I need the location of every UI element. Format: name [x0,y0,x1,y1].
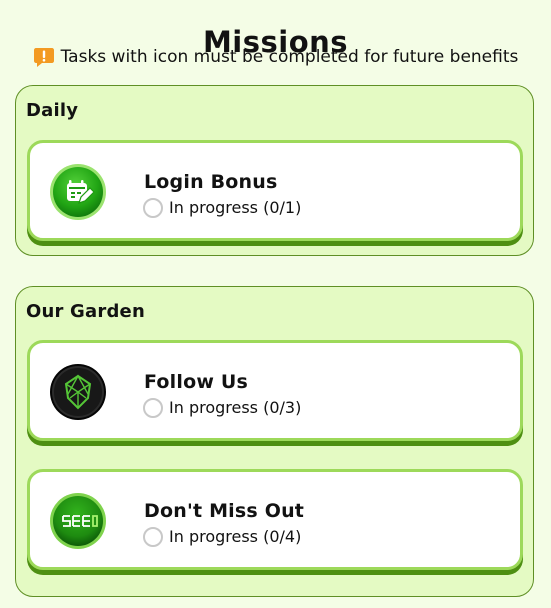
mission-status-text: In progress (0/1) [169,198,302,217]
section-title-our-garden: Our Garden [26,301,145,322]
mission-title: Don't Miss Out [144,500,305,522]
daily-section: Daily Login Bonus In progress (0/1) [15,85,534,256]
crystal-logo-icon [49,363,107,421]
mission-status: In progress (0/4) [143,526,301,548]
mission-status-text: In progress (0/4) [169,527,302,546]
our-garden-section: Our Garden Follow Us In progress (0/3) D… [15,286,534,597]
mission-status-text: In progress (0/3) [169,398,302,417]
mission-status: In progress (0/1) [143,197,301,219]
mission-title: Follow Us [144,371,249,393]
mission-card-dont-miss-out[interactable]: Don't Miss Out In progress (0/4) [27,469,523,570]
seed-logo-icon [49,492,107,550]
notice-banner: Tasks with icon must be completed for fu… [0,44,551,70]
exclamation-icon [33,46,55,68]
mission-title: Login Bonus [144,171,278,193]
section-title-daily: Daily [26,100,79,121]
progress-circle-icon [143,527,163,547]
progress-circle-icon [143,398,163,418]
mission-card-login-bonus[interactable]: Login Bonus In progress (0/1) [27,140,523,241]
calendar-edit-icon [49,163,107,221]
progress-circle-icon [143,198,163,218]
mission-status: In progress (0/3) [143,397,301,419]
mission-card-follow-us[interactable]: Follow Us In progress (0/3) [27,340,523,441]
notice-text: Tasks with icon must be completed for fu… [60,47,519,67]
